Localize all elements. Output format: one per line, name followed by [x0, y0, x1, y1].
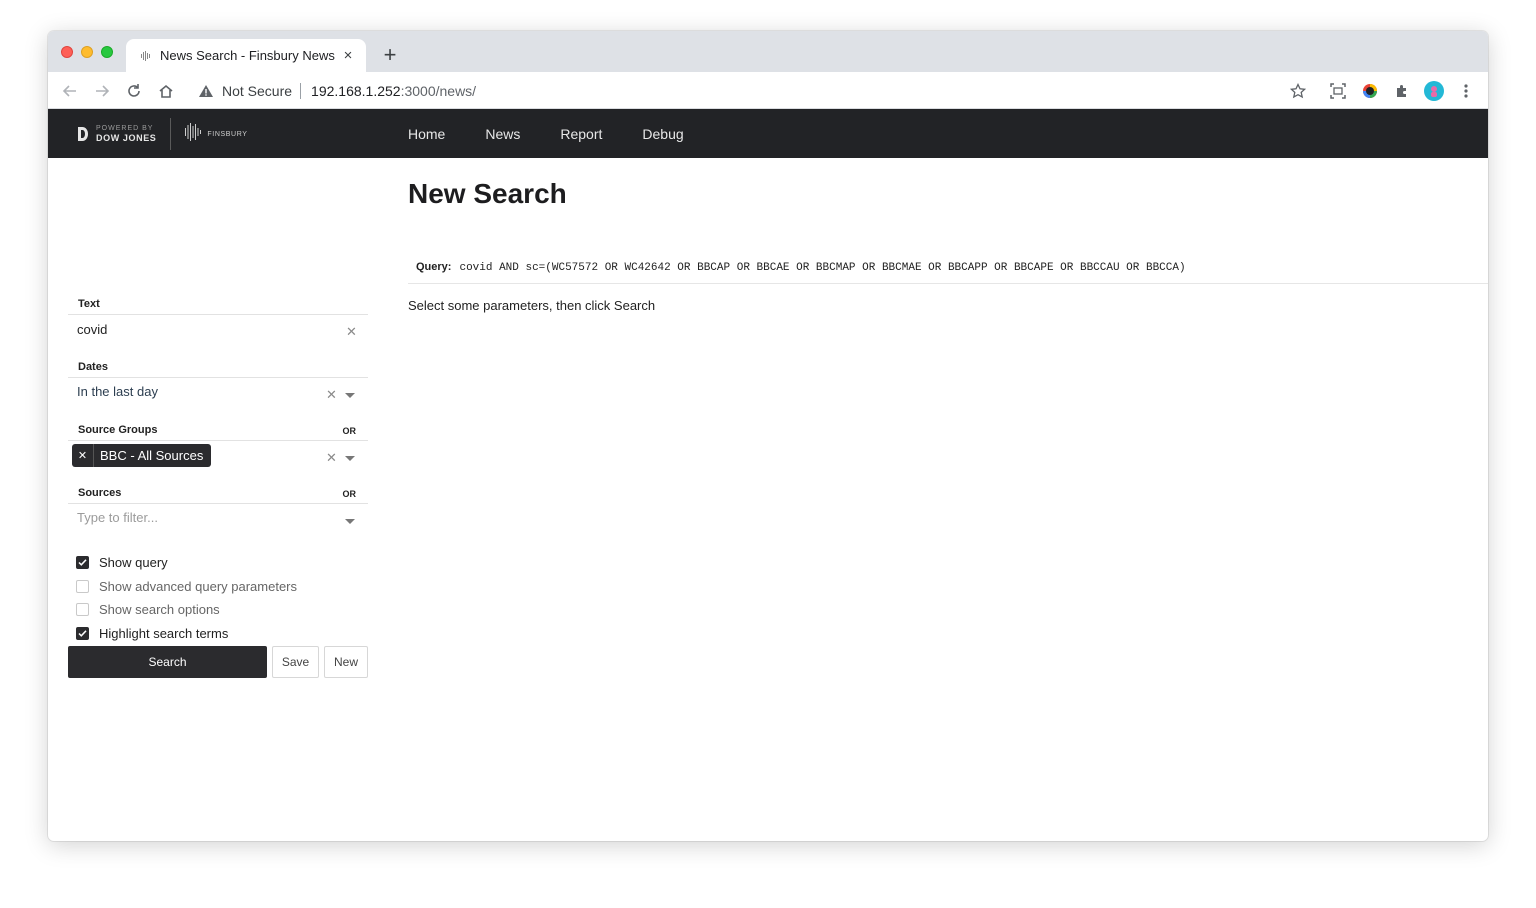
query-divider [408, 283, 1488, 284]
maximize-window-button[interactable] [101, 46, 113, 58]
address-bar[interactable]: Not Secure 192.168.1.252 :3000/news/ [188, 76, 1313, 105]
extensions-puzzle-icon[interactable] [1392, 81, 1412, 101]
highlight-terms-option[interactable]: Highlight search terms [76, 625, 228, 641]
show-query-checkbox[interactable] [76, 555, 89, 569]
site-logo[interactable]: POWERED BY DOW JONES FINSBURY [77, 118, 248, 150]
show-search-options-checkbox[interactable] [76, 602, 89, 616]
browser-menu-icon[interactable] [1456, 81, 1476, 101]
minimize-window-button[interactable] [81, 46, 93, 58]
nav-report[interactable]: Report [560, 126, 602, 142]
reload-icon[interactable] [124, 81, 144, 101]
home-icon[interactable] [156, 81, 176, 101]
dates-clear-icon[interactable]: ✕ [326, 387, 337, 403]
show-query-label: Show query [99, 554, 168, 570]
warning-icon [198, 83, 214, 99]
browser-toolbar: Not Secure 192.168.1.252 :3000/news/ [48, 72, 1488, 109]
address-divider [300, 82, 302, 99]
text-field-label: Text [78, 298, 100, 310]
source-groups-label: Source Groups [78, 424, 158, 436]
save-button[interactable]: Save [272, 646, 319, 678]
sources-label: Sources [78, 487, 122, 499]
page-title: New Search [408, 178, 567, 209]
nav-debug[interactable]: Debug [642, 126, 683, 142]
sources-filter-input[interactable]: Type to filter... [77, 510, 158, 525]
security-label[interactable]: Not Secure [222, 83, 292, 99]
dow-jones-wordmark: POWERED BY DOW JONES [96, 125, 156, 143]
tab-close-icon[interactable]: × [340, 47, 356, 64]
dates-field-divider [68, 377, 368, 378]
query-label: Query: [416, 261, 452, 273]
sources-chevron-down-icon[interactable] [345, 519, 355, 524]
forward-arrow-icon[interactable] [92, 81, 112, 101]
new-tab-button[interactable]: + [378, 43, 402, 67]
show-advanced-checkbox[interactable] [76, 579, 89, 593]
chip-remove-icon[interactable]: ✕ [72, 444, 94, 467]
dates-field-label: Dates [78, 361, 108, 373]
query-display: Query: covid AND sc=(WC57572 OR WC42642 … [416, 261, 1186, 274]
nav-home[interactable]: Home [408, 126, 445, 142]
text-clear-icon[interactable]: ✕ [346, 324, 357, 340]
source-groups-clear-icon[interactable]: ✕ [326, 450, 337, 466]
empty-state-hint: Select some parameters, then click Searc… [408, 298, 656, 313]
dow-jones-d-logo-icon [77, 126, 89, 142]
show-advanced-label: Show advanced query parameters [99, 578, 298, 594]
url-host: 192.168.1.252 [311, 82, 401, 99]
screenshot-capture-icon[interactable] [1328, 81, 1348, 101]
browser-tab[interactable]: News Search - Finsbury News × [126, 39, 366, 72]
source-groups-operator[interactable]: OR [343, 426, 357, 436]
bookmark-star-icon[interactable] [1288, 81, 1308, 101]
finsbury-waveform-icon [185, 122, 202, 147]
show-query-option[interactable]: Show query [76, 554, 168, 570]
source-groups-divider [68, 440, 368, 441]
dates-chevron-down-icon[interactable] [345, 393, 355, 398]
url-path: :3000/news/ [400, 82, 477, 99]
finsbury-text: FINSBURY [207, 130, 248, 138]
show-search-options-label: Show search options [99, 601, 220, 617]
tab-title: News Search - Finsbury News [160, 48, 335, 63]
text-input[interactable]: covid [77, 322, 107, 337]
highlight-terms-label: Highlight search terms [99, 625, 229, 641]
highlight-terms-checkbox[interactable] [76, 626, 89, 640]
browser-window: News Search - Finsbury News × + Not Secu… [48, 31, 1488, 841]
profile-avatar[interactable] [1424, 81, 1444, 101]
logo-divider [170, 118, 172, 150]
show-search-options-option[interactable]: Show search options [76, 601, 220, 617]
dates-select[interactable]: In the last day [77, 384, 158, 399]
query-text: covid AND sc=(WC57572 OR WC42642 OR BBCA… [459, 262, 1186, 274]
back-arrow-icon[interactable] [60, 81, 80, 101]
text-field-divider [68, 314, 368, 315]
powered-by-text: POWERED BY [96, 125, 154, 132]
sources-divider [68, 503, 368, 504]
show-advanced-option[interactable]: Show advanced query parameters [76, 578, 297, 594]
main-nav: Home News Report Debug [408, 109, 724, 158]
finsbury-favicon-icon [140, 50, 152, 62]
source-groups-chevron-down-icon[interactable] [345, 456, 355, 461]
tab-strip: News Search - Finsbury News × + [48, 31, 1488, 72]
nav-news[interactable]: News [485, 126, 520, 142]
chip-label: BBC - All Sources [100, 448, 204, 463]
close-window-button[interactable] [61, 46, 73, 58]
sources-operator[interactable]: OR [343, 489, 357, 499]
new-button[interactable]: New [324, 646, 368, 678]
color-extension-icon[interactable] [1360, 81, 1380, 101]
source-group-chip: ✕ BBC - All Sources [72, 444, 212, 467]
dow-jones-text: DOW JONES [96, 133, 157, 143]
search-button[interactable]: Search [68, 646, 267, 678]
site-navbar: POWERED BY DOW JONES FINSBURY Home News … [48, 109, 1488, 158]
